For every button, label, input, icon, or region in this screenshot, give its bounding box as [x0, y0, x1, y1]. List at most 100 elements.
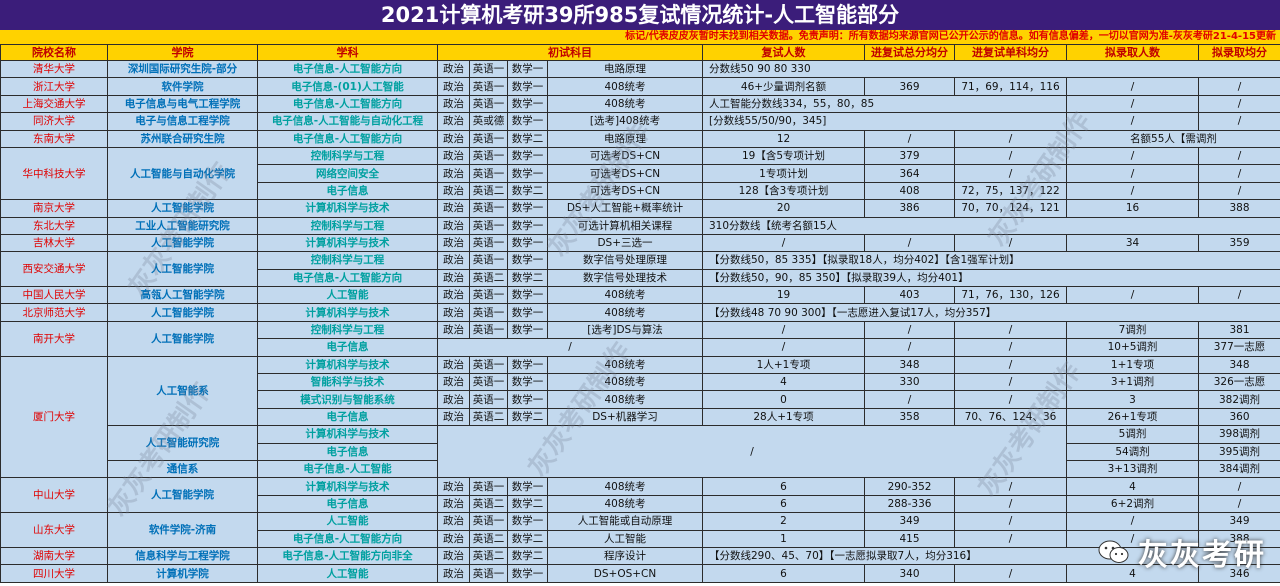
exam-math: 数学二	[507, 529, 548, 548]
exam-math: 数学一	[507, 251, 548, 270]
exam-english: 英语一	[469, 77, 508, 96]
exam-politics: 政治	[437, 355, 470, 375]
data-cell: /	[864, 233, 955, 253]
exam-math: 数学二	[507, 268, 548, 288]
exam-politics: 政治	[437, 373, 470, 392]
exam-politics: 政治	[437, 546, 470, 566]
major-name: 人工智能	[257, 512, 438, 531]
major-name: 计算机科学与技术	[257, 477, 438, 496]
merged-note: 【分数线50，85 335】【拟录取18人，均分402】【含1强军计划】	[702, 251, 1280, 270]
data-cell: /	[1198, 494, 1280, 514]
table-row: 清华大学 深圳国际研究生院-部分 电子信息-人工智能方向 政治 英语一 数学一 电路原理 分数…	[0, 59, 1280, 79]
data-cell: /	[954, 512, 1067, 531]
college-name: 人工智能与自动化学院	[107, 146, 258, 201]
data-cell: /	[954, 320, 1067, 340]
exam-math: 数学一	[507, 146, 548, 166]
university-name: 清华大学	[0, 59, 108, 79]
data-cell: /	[1066, 512, 1199, 531]
exam-english: 英语一	[469, 216, 508, 235]
major-name: 电子信息-人工智能方向	[257, 94, 438, 114]
exam-politics: 政治	[437, 164, 470, 183]
merged-note: [分数线55/50/90，345]	[702, 112, 1067, 131]
data-cell: 0	[702, 390, 865, 409]
exam-math: 数学一	[507, 477, 548, 496]
data-cell: 2	[702, 512, 865, 531]
data-cell: 349	[864, 512, 955, 531]
column-header: 拟录取人数	[1066, 44, 1199, 61]
exam-math: 数学一	[507, 59, 548, 79]
exam-major-subject: 408统考	[547, 303, 703, 322]
data-cell: 398调剂	[1198, 425, 1280, 444]
table-row: 山东大学 软件学院-济南 人工智能 政治 英语一 数学一 人工智能或自动原理 2 349//34…	[0, 512, 1280, 548]
data-cell: 34	[1066, 233, 1199, 253]
exam-major-subject: 408统考	[547, 77, 703, 96]
data-cell: 388	[1198, 199, 1280, 218]
exam-math: 数学一	[507, 112, 548, 131]
exam-math: 数学二	[507, 407, 548, 427]
major-name: 控制科学与工程	[257, 216, 438, 235]
exam-politics: 政治	[437, 286, 470, 305]
data-cell: /	[954, 338, 1067, 357]
exam-politics: 政治	[437, 390, 470, 409]
exam-english: 英语一	[469, 233, 508, 253]
data-cell: 364	[864, 164, 955, 183]
major-name: 模式识别与智能系统	[257, 390, 438, 409]
exam-politics: 政治	[437, 112, 470, 131]
exam-major-subject: 数字信号处理原理	[547, 251, 703, 270]
data-cell: 19	[702, 286, 865, 305]
exam-math: 数学二	[507, 494, 548, 514]
exam-major-subject: 408统考	[547, 286, 703, 305]
data-cell: /	[864, 338, 955, 357]
data-cell: 1	[702, 529, 865, 548]
data-cell: /	[1198, 164, 1280, 183]
data-cell: 384调剂	[1198, 459, 1280, 479]
major-name: 人工智能	[257, 564, 438, 583]
data-cell: /	[1198, 286, 1280, 305]
data-cell: 72，75，137，122	[954, 181, 1067, 201]
exam-math: 数学二	[507, 546, 548, 566]
data-cell: 3+13调剂	[1066, 459, 1199, 479]
data-cell: 71，76，130，126	[954, 286, 1067, 305]
exam-politics: 政治	[437, 251, 470, 270]
data-cell: 369	[864, 77, 955, 96]
exam-major-subject: 可选计算机相关课程	[547, 216, 703, 235]
column-header: 初试科目	[437, 44, 703, 61]
page-title: 2021计算机考研39所985复试情况统计-人工智能部分	[0, 0, 1280, 30]
college-name: 苏州联合研究生院	[107, 129, 258, 148]
data-cell: 330	[864, 373, 955, 392]
university-name: 西安交通大学	[0, 251, 108, 288]
exam-english: 英语一	[469, 146, 508, 166]
exam-english: 英语二	[469, 529, 508, 548]
data-cell: /	[1198, 112, 1280, 131]
merged-cell: /	[437, 425, 1067, 479]
data-cell: 71，69，114，116	[954, 77, 1067, 96]
merged-note: 310分数线【统考名额15人	[702, 216, 1280, 235]
data-cell: 349	[1198, 512, 1280, 531]
data-cell: 1人+1专项	[702, 355, 865, 375]
data-cell: 1专项计划	[702, 164, 865, 183]
table-row: 浙江大学 软件学院 电子信息-(01)人工智能 政治 英语一 数学一 408统考 46+少量调…	[0, 77, 1280, 96]
data-cell: 386	[864, 199, 955, 218]
data-cell: 408	[864, 181, 955, 201]
exam-major-subject: 电路原理	[547, 59, 703, 79]
table-row: 中国人民大学 高瓴人工智能学院 人工智能 政治 英语一 数学一 408统考 19 403 71，7…	[0, 286, 1280, 305]
exam-math: 数学一	[507, 233, 548, 253]
exam-english: 英语一	[469, 251, 508, 270]
table-row: 东北大学 工业人工智能研究院 控制科学与工程 政治 英语一 数学一 可选计算机相关课程 310…	[0, 216, 1280, 235]
exam-english: 英语二	[469, 181, 508, 201]
college-name: 人工智能学院	[107, 199, 258, 218]
major-name: 电子信息-人工智能	[257, 459, 438, 479]
exam-politics: 政治	[437, 181, 470, 201]
merged-note: 分数线50 90 80 330	[702, 59, 1280, 79]
exam-subjects: /	[437, 338, 703, 357]
college-name: 通信系	[107, 459, 258, 479]
exam-major-subject: DS+机器学习	[547, 407, 703, 427]
data-cell: /	[864, 320, 955, 340]
data-cell: /	[702, 338, 865, 357]
university-name: 东北大学	[0, 216, 108, 235]
table-row: 同济大学 电子与信息工程学院 电子信息-人工智能与自动化工程 政治 英或德 数学一 [选考]…	[0, 112, 1280, 131]
data-cell: /	[1066, 164, 1199, 183]
data-cell: /	[954, 373, 1067, 392]
data-cell: 348	[1198, 355, 1280, 375]
college-name: 工业人工智能研究院	[107, 216, 258, 235]
